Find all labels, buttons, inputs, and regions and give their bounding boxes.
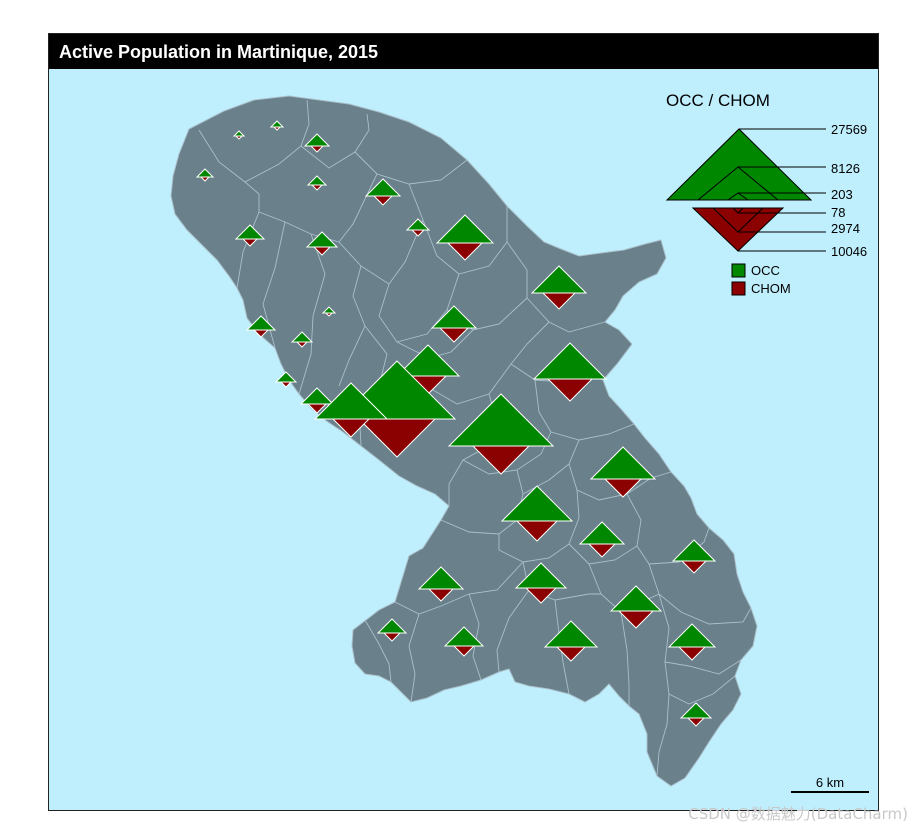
- legend-occ-large-triangle: [665, 128, 813, 201]
- legend-chom-value-small: 78: [831, 205, 845, 220]
- legend-chom-label: CHOM: [751, 281, 791, 296]
- legend-occ-label: OCC: [751, 263, 780, 278]
- scale-bar: 6 km: [791, 775, 869, 793]
- watermark: CSDN @数据魅力(DataCharm): [688, 805, 908, 823]
- map-title: Active Population in Martinique, 2015: [59, 42, 379, 62]
- legend-occ-value-medium: 8126: [831, 161, 860, 176]
- legend-occ-swatch: [731, 263, 746, 278]
- map-frame: OCC / CHOM 27569 8126 203 78 2974 10046 …: [48, 33, 879, 811]
- legend-chom-large-triangle: [691, 207, 785, 252]
- legend: OCC / CHOM 27569 8126 203 78 2974 10046 …: [665, 91, 867, 296]
- legend-chom-swatch: [731, 281, 746, 296]
- legend-occ-value-large: 27569: [831, 122, 867, 137]
- title-bar: Active Population in Martinique, 2015: [49, 34, 878, 69]
- chom-triangle: [279, 381, 293, 388]
- legend-title: OCC / CHOM: [666, 91, 770, 110]
- legend-occ-value-small: 203: [831, 187, 853, 202]
- scale-bar-label: 6 km: [816, 775, 844, 790]
- legend-chom-value-large: 10046: [831, 244, 867, 259]
- map-canvas: OCC / CHOM 27569 8126 203 78 2974 10046 …: [170, 91, 869, 793]
- legend-chom-value-medium: 2974: [831, 221, 860, 236]
